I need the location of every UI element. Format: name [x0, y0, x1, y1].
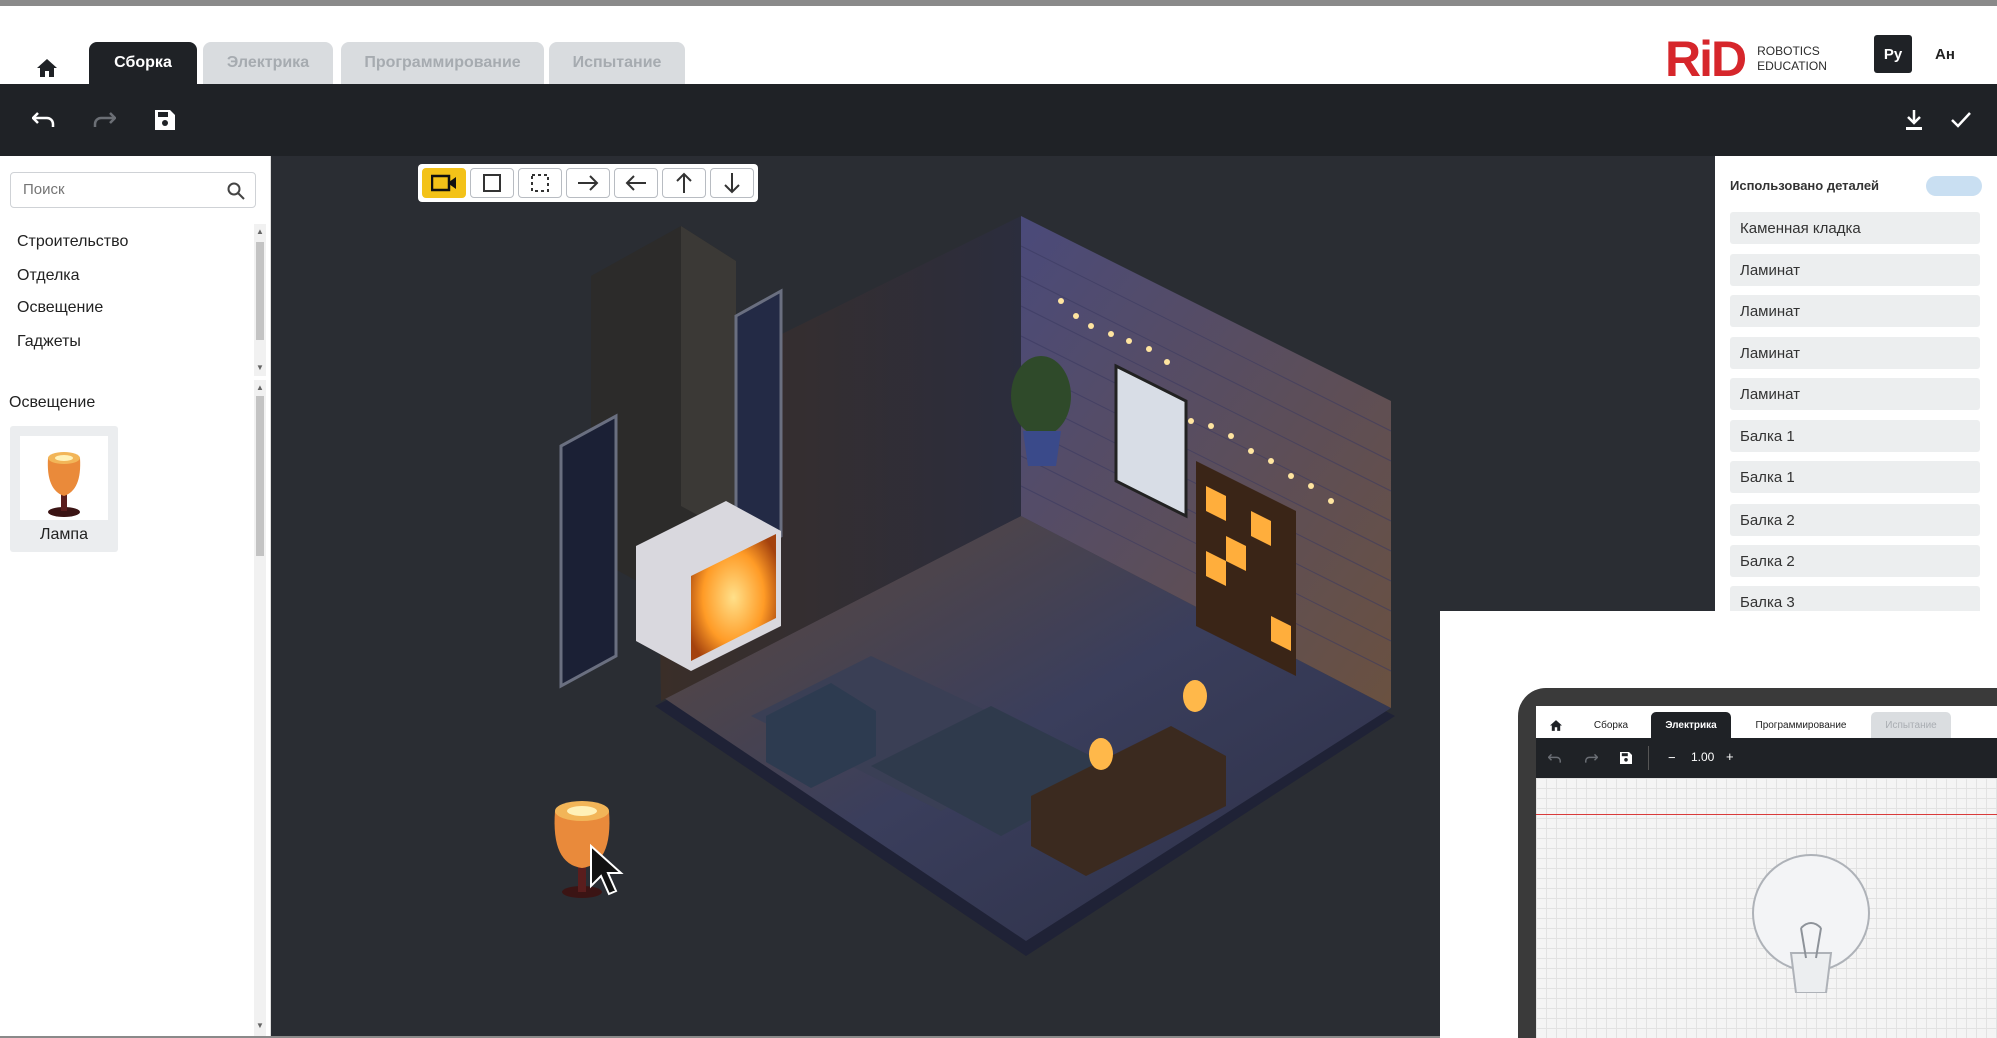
tab-assembly-label: Сборка [114, 54, 172, 71]
part-label: Лампа [40, 526, 88, 543]
app-window: Сборка Электрика Программирование Испыта… [0, 0, 1997, 1038]
logo-text: ROBOTICS EDUCATION [1757, 44, 1827, 74]
lamp-thumbnail [20, 436, 108, 520]
save-icon [155, 110, 175, 130]
undo-icon[interactable] [1548, 753, 1562, 764]
used-part-item[interactable]: Балка 2 [1730, 545, 1980, 577]
used-part-item[interactable]: Балка 1 [1730, 420, 1980, 452]
wire-line [1536, 814, 1997, 815]
confirm-button[interactable] [1945, 104, 1977, 136]
used-part-item[interactable]: Ламинат [1730, 254, 1980, 286]
tab-programming[interactable]: Программирование [341, 42, 544, 84]
search-input[interactable] [21, 180, 225, 199]
used-parts-title: Использовано деталей [1730, 178, 1880, 193]
mini-tab-testing[interactable]: Испытание [1871, 712, 1951, 738]
redo-button[interactable] [88, 104, 120, 136]
zoom-in-button[interactable]: + [1726, 749, 1734, 764]
used-part-item[interactable]: Балка 1 [1730, 461, 1980, 493]
zoom-value: 1.00 [1691, 750, 1715, 764]
mini-tab-electrics[interactable]: Электрика [1651, 712, 1731, 738]
mouse-cursor-icon [590, 843, 624, 896]
used-part-item[interactable]: Балка 2 [1730, 504, 1980, 536]
tab-testing-label: Испытание [572, 54, 662, 71]
tab-electrics[interactable]: Электрика [203, 42, 333, 84]
search-icon[interactable] [227, 182, 245, 200]
main-toolbar [0, 84, 1997, 156]
category-scroll-thumb[interactable] [256, 242, 264, 340]
brand-logo: RiD ROBOTICS EDUCATION [1665, 34, 1827, 84]
category-item[interactable]: Освещение [17, 299, 103, 317]
top-tab-bar: Сборка Электрика Программирование Испыта… [0, 6, 1997, 84]
redo-icon [93, 112, 116, 127]
search-box [10, 172, 256, 208]
tab-electrics-label: Электрика [226, 54, 310, 71]
home-icon [37, 59, 57, 77]
lamp-icon [47, 452, 81, 517]
home-icon[interactable] [1550, 720, 1562, 731]
toolbar-divider [1648, 746, 1649, 770]
undo-button[interactable] [28, 104, 60, 136]
parts-sidebar: Строительство Отделка Освещение Гаджеты … [0, 156, 271, 1036]
category-item[interactable]: Гаджеты [17, 333, 81, 351]
redo-icon[interactable] [1584, 753, 1598, 764]
check-icon [1951, 112, 1971, 128]
used-part-item[interactable]: Каменная кладка [1730, 212, 1980, 244]
category-item[interactable]: Строительство [17, 233, 128, 251]
used-part-item[interactable]: Ламинат [1730, 295, 1980, 327]
logo-mark: RiD [1665, 31, 1747, 87]
electrics-screen: Сборка Электрика Программирование Испыта… [1536, 706, 1997, 1038]
circuit-canvas[interactable] [1536, 778, 1997, 1038]
mini-tab-programming[interactable]: Программирование [1736, 712, 1866, 738]
language-ru-button[interactable]: Ру [1874, 35, 1912, 73]
tab-testing[interactable]: Испытание [549, 42, 685, 84]
scroll-up-arrow-icon[interactable]: ▲ [256, 384, 264, 392]
download-icon [1906, 110, 1922, 130]
undo-icon [32, 112, 55, 127]
light-bulb-icon[interactable] [1741, 853, 1881, 993]
download-button[interactable] [1898, 104, 1930, 136]
save-icon[interactable] [1620, 752, 1632, 764]
zoom-out-button[interactable]: − [1668, 750, 1676, 765]
save-button[interactable] [149, 104, 181, 136]
parts-section-title: Освещение [9, 394, 96, 411]
tab-programming-label: Программирование [364, 54, 521, 71]
scroll-up-arrow-icon[interactable]: ▲ [256, 228, 264, 236]
dragged-lamp[interactable] [554, 801, 610, 898]
language-en-button[interactable]: Ан [1926, 35, 1964, 73]
home-button[interactable] [30, 53, 64, 83]
category-item[interactable]: Отделка [17, 267, 80, 285]
used-parts-toggle[interactable] [1926, 176, 1982, 196]
mini-toolbar: − 1.00 + [1536, 738, 1997, 778]
scroll-down-arrow-icon[interactable]: ▼ [256, 364, 264, 372]
used-part-item[interactable]: Ламинат [1730, 378, 1980, 410]
tab-assembly[interactable]: Сборка [89, 42, 197, 84]
electrics-preview-inset: Сборка Электрика Программирование Испыта… [1440, 611, 1997, 1038]
part-card-lamp[interactable]: Лампа [10, 426, 118, 552]
mini-tab-assembly[interactable]: Сборка [1576, 712, 1646, 738]
logo-line2: EDUCATION [1757, 59, 1827, 73]
mini-tab-bar: Сборка Электрика Программирование Испыта… [1536, 706, 1997, 738]
scroll-down-arrow-icon[interactable]: ▼ [256, 1022, 264, 1030]
logo-line1: ROBOTICS [1757, 44, 1820, 58]
parts-scroll-thumb[interactable] [256, 396, 264, 556]
used-part-item[interactable]: Ламинат [1730, 337, 1980, 369]
